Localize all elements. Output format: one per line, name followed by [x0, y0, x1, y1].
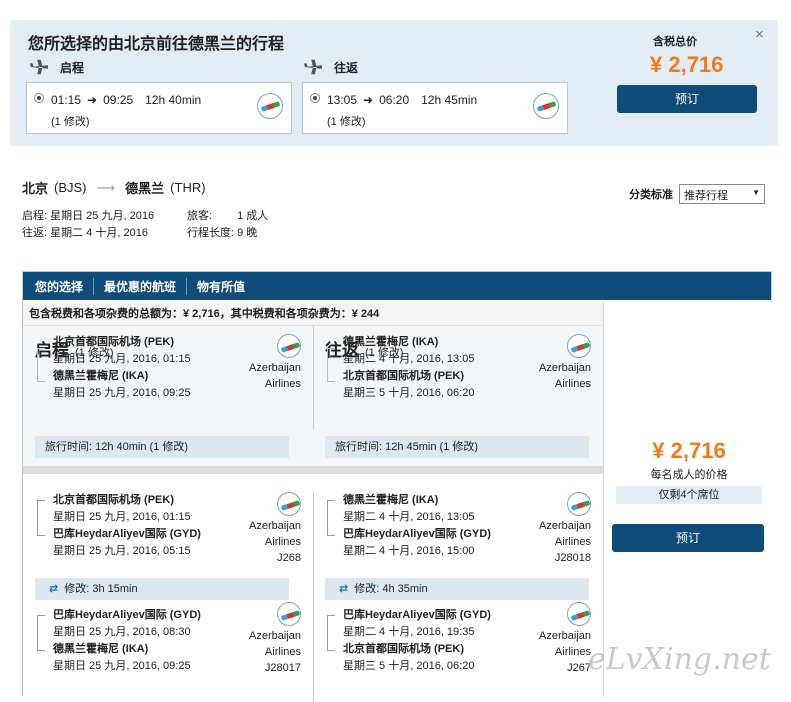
return-travel-time: 旅行时间: 12h 45min (1 修改) [325, 436, 589, 458]
trip-length-line: 行程长度: 9 晚 [187, 227, 258, 239]
outbound-header: 启程 [28, 58, 84, 76]
results-panel: 您的选择 最优惠的航班 物有所值 包含税费和各项杂费的总额为：¥ 2,716，其… [22, 271, 773, 702]
itinerary-summary: 启程 (1 修改) 往返 (1 修改) 北京首都国际机场 (PEK) 星期日 25 … [23, 326, 603, 462]
arrow-right-icon: ➜ [363, 93, 374, 107]
return-date-line: 往返: 星期二 4 十月, 2016 [22, 227, 148, 239]
return-segment-1: 德黑兰霍梅尼 (IKA) 星期二 4 十月, 2016, 13:05 巴库Hey… [343, 494, 491, 557]
return-segment-2-airline: Azerbaijan Airlines J267 [523, 602, 591, 676]
return-segment-1-airline: Azerbaijan Airlines J28018 [523, 492, 591, 566]
azerbaijan-airlines-logo-icon [567, 602, 591, 626]
tab-best-value[interactable]: 物有所值 [187, 278, 255, 295]
itinerary-segments: 北京首都国际机场 (PEK) 星期日 25 九月, 2016, 01:15 巴库… [23, 474, 603, 702]
azerbaijan-airlines-logo-icon [277, 602, 301, 626]
origin-city: 北京 [22, 181, 49, 196]
return-layover: ⇄ 修改: 4h 35min [325, 578, 589, 600]
passengers-count: 1 成人 [237, 210, 269, 222]
azerbaijan-airlines-logo-icon [277, 334, 301, 358]
return-segment-2: 巴库HeydarAliyev国际 (GYD) 星期二 4 十月, 2016, 1… [343, 609, 491, 672]
tab-cheapest[interactable]: 最优惠的航班 [94, 277, 188, 295]
outbound-stops: (1 修改) [51, 116, 90, 128]
return-label: 往返 [334, 60, 359, 75]
return-date: 星期二 4 十月, 2016 [50, 227, 148, 239]
plane-icon [30, 59, 48, 75]
outbound-segment-1-airline: Azerbaijan Airlines J268 [233, 492, 301, 566]
azerbaijan-airlines-logo-icon [257, 93, 283, 119]
price-per-adult: 每名成人的价格 [650, 469, 728, 481]
outbound-label: 启程 [60, 60, 85, 75]
sort-select[interactable]: 推荐行程 [679, 184, 765, 204]
origin-code: (BJS) [54, 180, 87, 195]
summary-title: 您所选择的由北京前往德黑兰的行程 [28, 36, 285, 53]
result-price: ¥ 2,716 [652, 438, 726, 463]
total-fare-line: 包含税费和各项杂费的总额为：¥ 2,716，其中税费和各项杂费为：¥ 244 [23, 302, 603, 326]
outbound-depart-time: 01:15 [51, 93, 82, 107]
outbound-duration: 12h 40min [145, 93, 202, 107]
return-summary-airline: Azerbaijan Airlines [523, 334, 591, 392]
passengers-line: 旅客: 1 成人 [187, 210, 269, 222]
total-price: ¥ 2,716 [650, 52, 724, 77]
arrow-right-icon: ⟶ [96, 179, 116, 195]
watermark: eLvXing.net [588, 642, 771, 677]
result-tabs: 您的选择 最优惠的航班 物有所值 [23, 272, 771, 300]
azerbaijan-airlines-logo-icon [277, 492, 301, 516]
route-title: 北京 (BJS) ⟶ 德黑兰 (THR) [22, 178, 206, 197]
flight-number: J267 [567, 662, 591, 674]
azerbaijan-airlines-logo-icon [533, 93, 559, 119]
trip-length: 9 晚 [237, 227, 258, 239]
outbound-travel-time: 旅行时间: 12h 40min (1 修改) [35, 436, 289, 458]
outbound-segment-2: 巴库HeydarAliyev国际 (GYD) 星期日 25 九月, 2016, … [53, 609, 201, 672]
outbound-segment-1: 北京首都国际机场 (PEK) 星期日 25 九月, 2016, 01:15 巴库… [53, 494, 201, 557]
outbound-summary-airline: Azerbaijan Airlines [233, 334, 301, 392]
flight-number: J28017 [264, 662, 301, 674]
destination-city: 德黑兰 [125, 181, 165, 196]
itinerary-details: 启程 (1 修改) 往返 (1 修改) 北京首都国际机场 (PEK) 星期日 25 … [23, 326, 603, 702]
sort-label: 分类标准 [629, 189, 673, 201]
outbound-option[interactable]: 01:15 ➜ 09:25 12h 40min (1 修改) [26, 82, 292, 134]
close-icon[interactable]: × [755, 26, 764, 43]
flight-number: J268 [277, 552, 301, 564]
azerbaijan-airlines-logo-icon [567, 334, 591, 358]
outbound-arrive-time: 09:25 [103, 93, 134, 107]
depart-date-line: 启程: 星期日 25 九月, 2016 [22, 210, 155, 222]
return-radio[interactable] [310, 93, 320, 103]
return-header: 往返 [302, 58, 358, 76]
return-depart-time: 13:05 [327, 93, 358, 107]
price-column: ¥ 2,716 每名成人的价格 仅剩4个席位 预订 [603, 302, 773, 697]
transfer-icon: ⇄ [49, 583, 59, 595]
total-price-label: 含税总价 [653, 36, 697, 48]
depart-date: 星期日 25 九月, 2016 [50, 210, 155, 222]
sort-control: 分类标准 推荐行程 [629, 184, 765, 204]
seats-left-badge: 仅剩4个席位 [616, 486, 762, 504]
outbound-layover: ⇄ 修改: 3h 15min [35, 578, 289, 600]
outbound-segment-2-airline: Azerbaijan Airlines J28017 [233, 602, 301, 676]
tab-your-choice[interactable]: 您的选择 [35, 277, 95, 295]
outbound-radio[interactable] [34, 93, 44, 103]
transfer-icon: ⇄ [339, 583, 349, 595]
book-button[interactable]: 预订 [617, 85, 757, 113]
return-duration: 12h 45min [421, 93, 478, 107]
selection-summary: 您所选择的由北京前往德黑兰的行程 启程 往返 01:15 ➜ 09:25 12h… [10, 20, 778, 146]
return-arrive-time: 06:20 [379, 93, 410, 107]
flight-number: J28018 [554, 552, 591, 564]
result-book-button[interactable]: 预订 [612, 524, 764, 552]
plane-icon [304, 59, 322, 75]
outbound-summary-segment: 北京首都国际机场 (PEK) 星期日 25 九月, 2016, 01:15 德黑… [53, 336, 191, 399]
return-stops: (1 修改) [327, 116, 366, 128]
arrow-right-icon: ➜ [87, 93, 98, 107]
return-option[interactable]: 13:05 ➜ 06:20 12h 45min (1 修改) [302, 82, 568, 134]
return-summary-segment: 德黑兰霍梅尼 (IKA) 星期二 4 十月, 2016, 13:05 北京首都国… [343, 336, 475, 399]
azerbaijan-airlines-logo-icon [567, 492, 591, 516]
destination-code: (THR) [170, 180, 206, 195]
